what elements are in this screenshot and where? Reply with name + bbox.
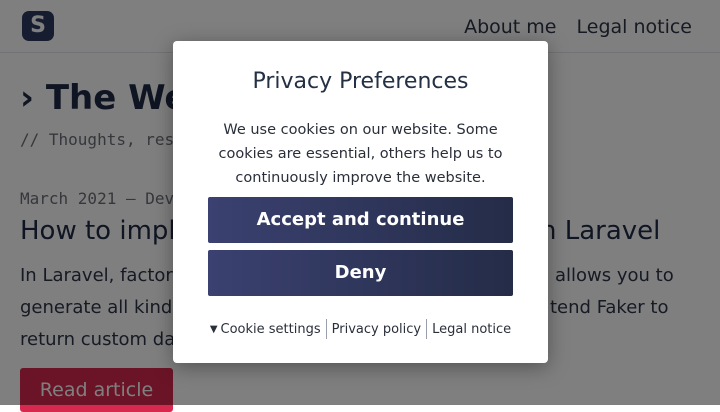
deny-button[interactable]: Deny [208, 250, 513, 296]
dialog-title: Privacy Preferences [252, 69, 469, 94]
privacy-preferences-dialog: Privacy Preferences We use cookies on ou… [173, 41, 548, 363]
cookie-settings-link[interactable]: ▼ Cookie settings [205, 322, 326, 337]
privacy-policy-link[interactable]: Privacy policy [327, 322, 426, 337]
cookie-settings-label: Cookie settings [220, 321, 321, 337]
legal-notice-link[interactable]: Legal notice [427, 322, 516, 337]
chevron-down-icon: ▼ [209, 323, 218, 335]
accept-button[interactable]: Accept and continue [208, 197, 513, 243]
dialog-description: We use cookies on our website. Some cook… [218, 122, 503, 186]
dialog-footer-links: ▼ Cookie settings Privacy policy Legal no… [173, 319, 548, 339]
